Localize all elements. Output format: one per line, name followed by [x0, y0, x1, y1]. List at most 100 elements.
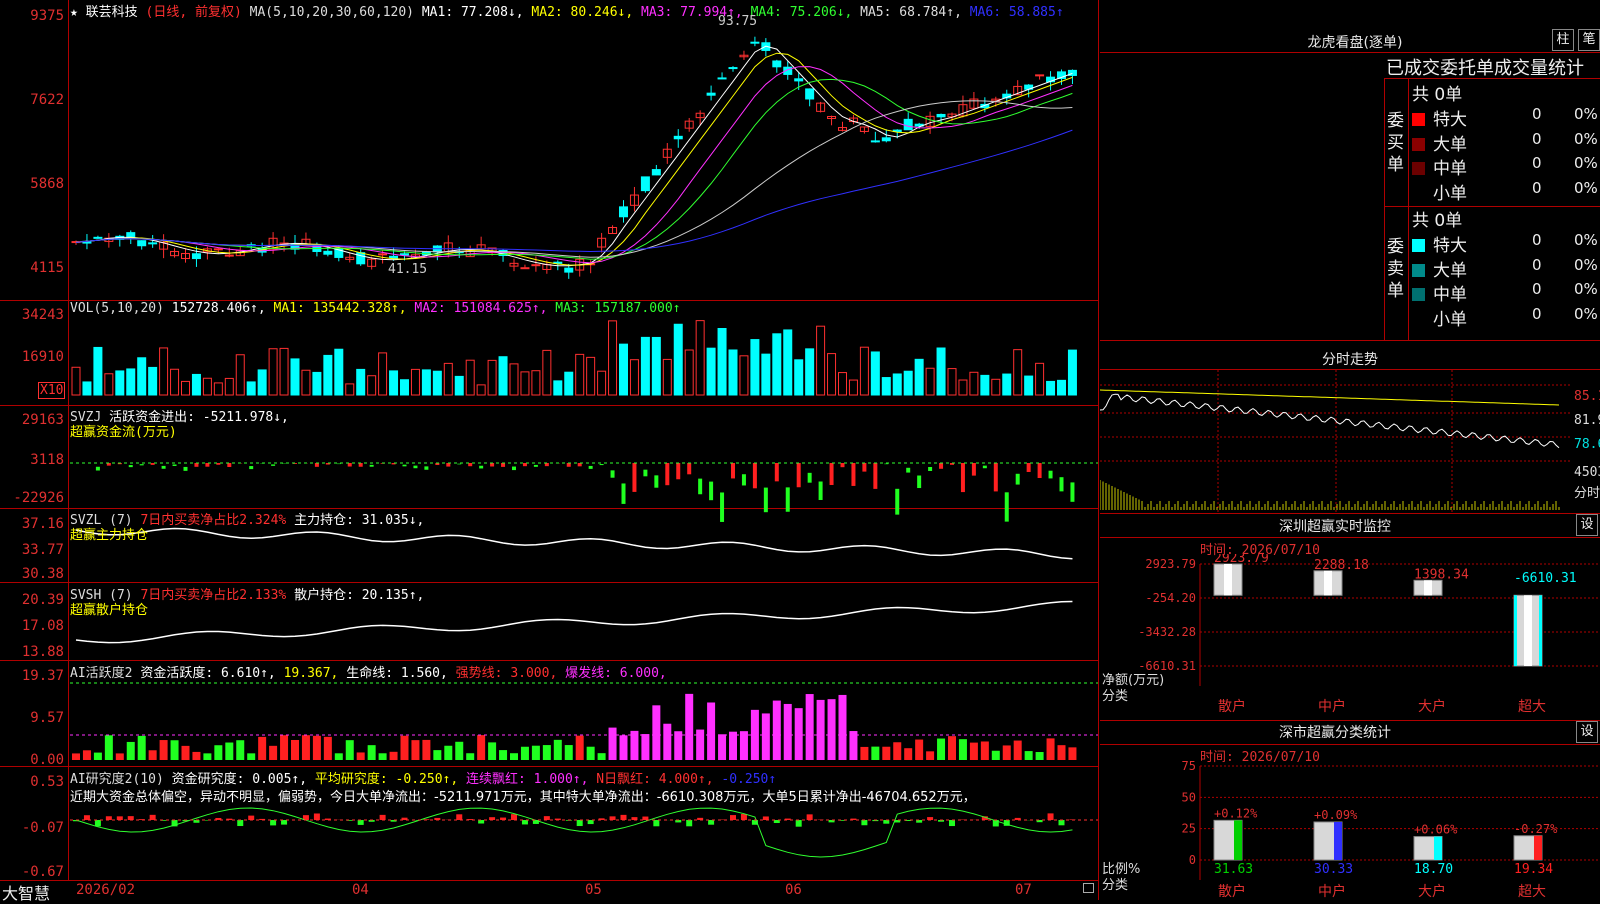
bar-view-button[interactable]: 柱 — [1552, 29, 1574, 51]
activity-bar — [499, 750, 507, 760]
research-bar — [84, 815, 90, 820]
lhb-panel: 龙虎看盘(逐单) 柱 笔 已成交委托单成交量统计 委买单 委卖单 共 0单 特大… — [1100, 0, 1600, 345]
fund-flow-bar — [490, 463, 494, 466]
fund-flow-bar — [611, 470, 615, 477]
sz-class-chart[interactable]: 7550250比例%分类+0.12%31.63散户+0.09%30.33中户+0… — [1100, 760, 1600, 900]
intraday-chart[interactable] — [1100, 370, 1570, 512]
volume-bar — [302, 370, 310, 395]
activity-bar — [992, 751, 1000, 760]
candle-body — [652, 170, 660, 175]
research-bar — [807, 814, 813, 820]
x-axis-label: 分类 — [1102, 689, 1128, 704]
y-axis-label: 净额(万元) — [1102, 673, 1164, 688]
research-bar — [1059, 820, 1065, 825]
y-tick: 25 — [1182, 822, 1196, 836]
y-tick: 75 — [1182, 760, 1196, 773]
frame-line — [1098, 0, 1099, 900]
fund-flow-bar — [764, 488, 768, 513]
settings-button[interactable]: 设 — [1576, 721, 1598, 743]
fund-flow-bar — [1038, 463, 1042, 478]
research-bar — [861, 820, 867, 825]
candle-body — [214, 249, 222, 250]
left-chart-area[interactable]: ★ 联芸科技 (日线, 前复权) MA(5,10,20,30,60,120) M… — [0, 0, 1100, 900]
order-size-label: 特大 — [1433, 236, 1467, 256]
date-tick: 04 — [352, 882, 369, 898]
ai-active-t2: 19.367, — [284, 666, 339, 681]
svsh-tick: 20.39 — [0, 592, 64, 608]
fund-flow-bar — [972, 463, 976, 476]
research-bar — [741, 814, 747, 820]
sz-monitor-chart[interactable]: 2923.79-254.20-3432.28-6610.31净额(万元)分类29… — [1100, 554, 1600, 720]
y-axis-label: 比例% — [1102, 862, 1140, 877]
category-label: 散户 — [1218, 883, 1246, 900]
activity-bar — [620, 735, 628, 760]
candle-body — [751, 42, 759, 43]
brand-label[interactable]: 大智慧 — [2, 880, 50, 904]
vol-tick: 16910 — [0, 349, 64, 365]
intraday-title: 分时走势 — [1290, 349, 1410, 369]
activity-bar — [696, 730, 704, 760]
research-bar — [150, 815, 156, 820]
activity-bar — [948, 736, 956, 760]
activity-bar — [1068, 747, 1076, 760]
activity-bar — [806, 694, 814, 760]
intraday-panel[interactable]: 分时走势 85.14 81.90 78.67 4503 分时 — [1100, 345, 1600, 515]
fund-flow-bar — [983, 466, 987, 469]
y-tick: 2923.79 — [1145, 557, 1196, 571]
vol-value: 152728.406↑, — [172, 301, 266, 316]
activity-bar — [225, 743, 233, 760]
volume-bar — [116, 371, 124, 395]
ai-research-t4: N日飘红: 4.000↑, — [596, 772, 713, 787]
volume-bar — [127, 369, 135, 395]
research-bar — [621, 815, 627, 820]
volume-bar — [192, 374, 200, 395]
lock-icon[interactable] — [1083, 883, 1094, 893]
fund-flow-bar — [424, 466, 428, 469]
axis-line — [68, 0, 69, 880]
research-bar — [588, 820, 594, 824]
order-count: 0 — [1532, 305, 1542, 323]
activity-bar — [565, 745, 573, 760]
volume-bar — [455, 376, 463, 395]
category-label: 中户 — [1318, 698, 1346, 715]
activity-bar — [160, 740, 168, 760]
order-count: 0 — [1532, 154, 1542, 172]
ai-active-t1: 资金活跃度: 6.610↑, — [140, 666, 275, 681]
research-line — [76, 808, 1072, 857]
change-label: +0.12% — [1214, 806, 1258, 820]
fund-flow-bar — [643, 470, 647, 477]
activity-bar — [390, 752, 398, 760]
volume-bar — [225, 378, 233, 395]
activity-bar — [94, 753, 102, 760]
retail-position-line — [76, 602, 1072, 643]
ai-active-tick: 19.37 — [0, 668, 64, 684]
research-bar — [358, 820, 364, 825]
bar-value-label: 18.70 — [1414, 862, 1453, 877]
activity-bar — [138, 736, 146, 760]
research-bar — [478, 820, 484, 824]
ai-research-t2: 平均研究度: -0.250↑, — [315, 772, 458, 787]
divider — [1100, 744, 1600, 745]
fund-flow-bar — [819, 481, 823, 499]
fund-flow-bar — [851, 463, 855, 486]
kline-chart[interactable] — [70, 0, 1098, 880]
volume-bar — [488, 360, 496, 395]
volume-bar — [576, 354, 584, 395]
fund-flow-bar — [413, 466, 417, 469]
fund-flow-bar — [917, 476, 921, 489]
order-size-label: 小单 — [1433, 184, 1467, 204]
volume-bar — [970, 372, 978, 395]
candle-body — [521, 268, 529, 269]
tick-view-button[interactable]: 笔 — [1578, 29, 1600, 51]
activity-bar — [422, 740, 430, 760]
order-pct: 0% — [1574, 130, 1598, 148]
candle-body — [324, 251, 332, 254]
bar-value-label: 2923.79 — [1214, 554, 1269, 566]
buy-order-label: 委买单 — [1387, 110, 1407, 176]
settings-button[interactable]: 设 — [1576, 514, 1598, 536]
candle-body — [729, 68, 737, 69]
price-tick: 9375 — [0, 8, 64, 24]
research-bar — [511, 814, 517, 820]
candle-body — [641, 177, 649, 191]
volume-bar — [641, 337, 649, 395]
